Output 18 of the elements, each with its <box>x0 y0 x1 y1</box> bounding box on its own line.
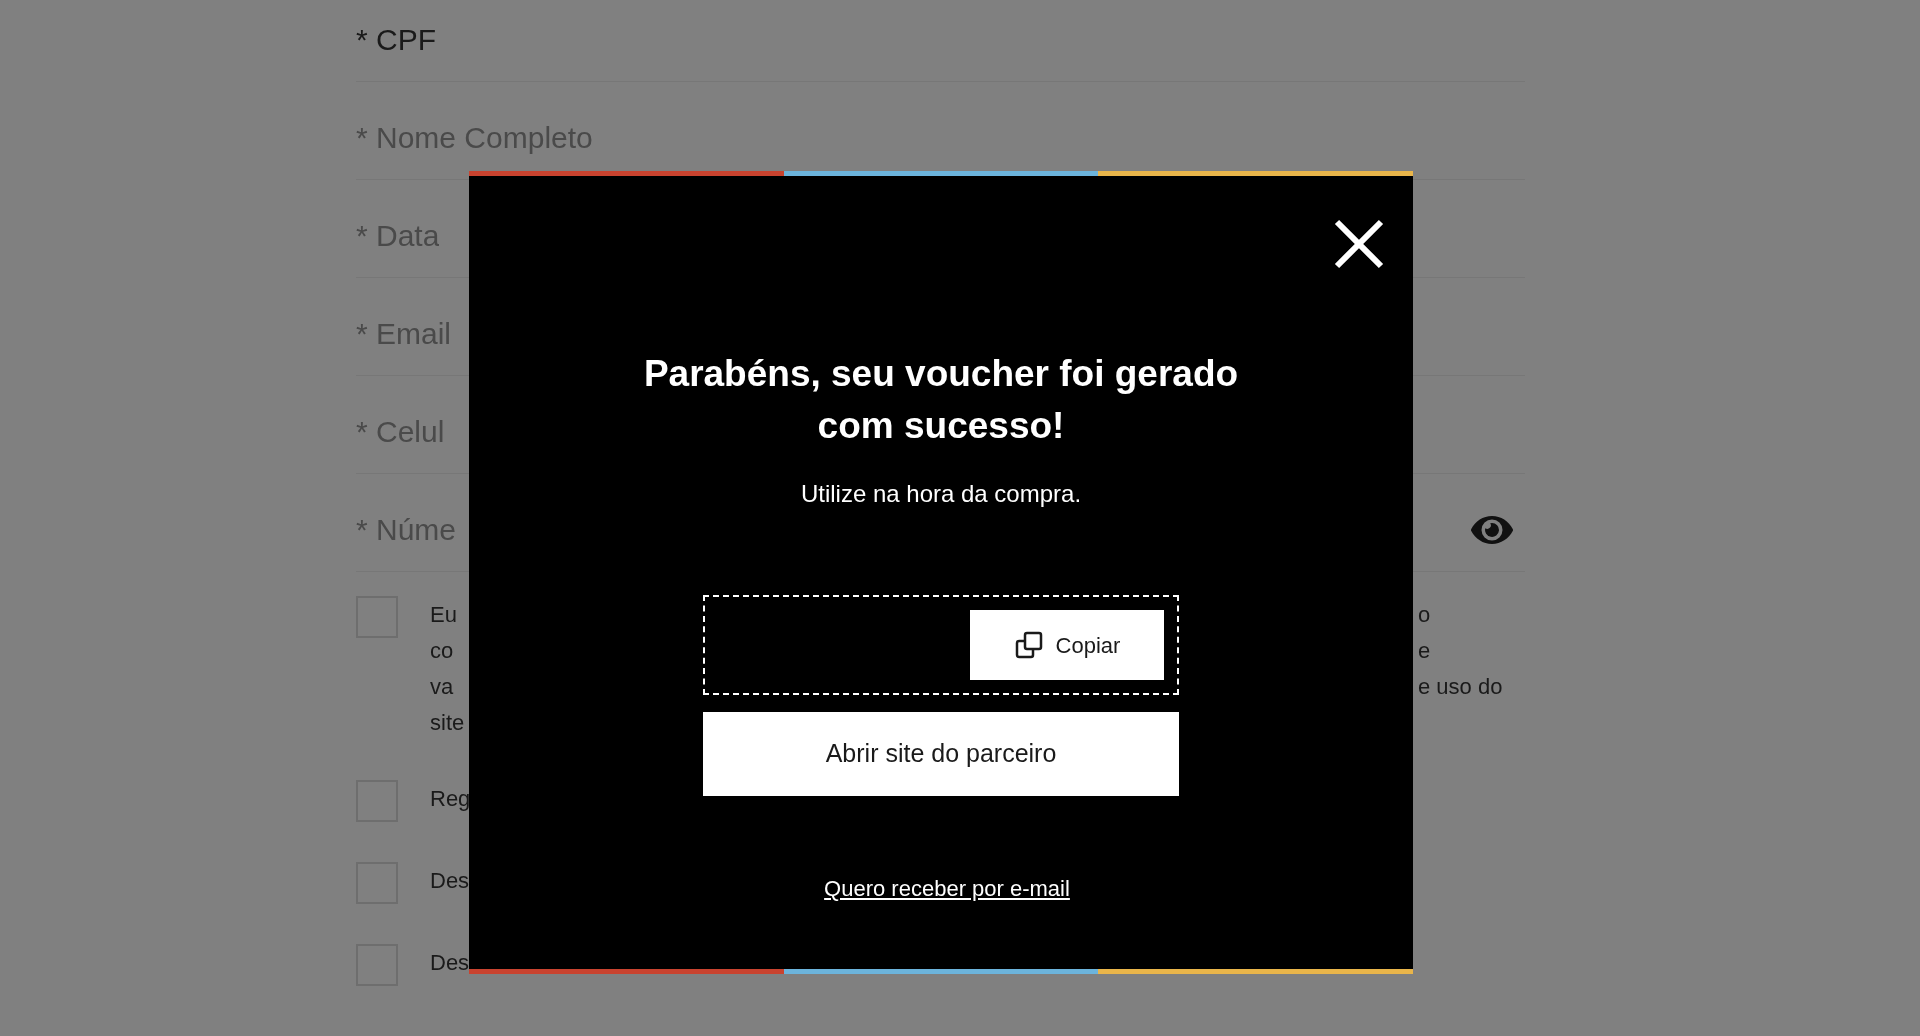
dialog-subtitle: Utilize na hora da compra. <box>800 479 1082 509</box>
email-link[interactable]: Quero receber por e-mail <box>824 872 1070 905</box>
dialog-title: Parabéns, seu voucher foi gerado com sucesso! <box>642 352 1240 448</box>
checkbox-label: Des <box>430 949 470 975</box>
close-button[interactable] <box>1333 218 1385 270</box>
checkbox-label: site <box>430 709 465 735</box>
checkbox-label: va <box>430 673 454 699</box>
checkbox-label: Reg <box>430 785 471 811</box>
checkbox-label: e uso do <box>1418 672 1503 701</box>
checkbox-label: Eu <box>430 601 457 627</box>
checkbox-label: e <box>1418 636 1431 665</box>
open-partner-site-button[interactable]: Abrir site do parceiro <box>703 712 1179 796</box>
copy-icon <box>1013 630 1044 660</box>
field-label: * CPF <box>356 22 436 58</box>
checkbox-label: o <box>1418 600 1431 629</box>
checkbox-label: co <box>430 637 454 663</box>
copy-button[interactable]: Copiar <box>970 610 1164 680</box>
checkbox-label: Des <box>430 867 470 893</box>
